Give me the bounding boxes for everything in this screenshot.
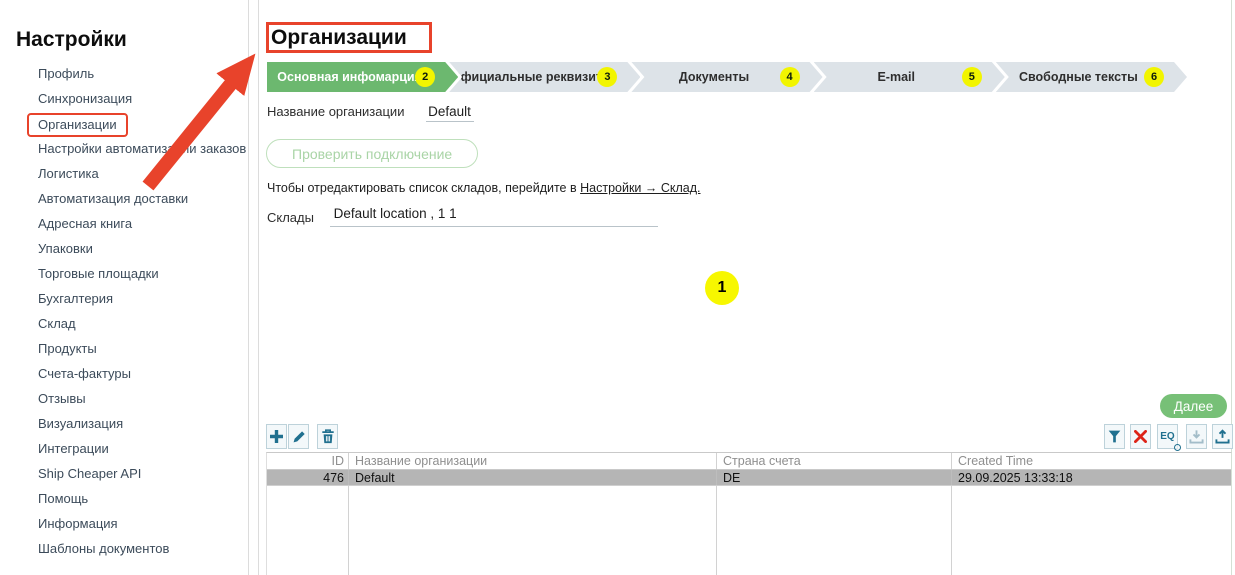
- sidebar-item-address-book[interactable]: Адресная книга: [0, 211, 248, 236]
- annotation-step-badge-3: 3: [597, 67, 617, 87]
- pencil-icon: [292, 430, 306, 444]
- clear-x-icon: [1134, 430, 1147, 443]
- sidebar-divider-2: [258, 0, 259, 575]
- edit-record-button[interactable]: [288, 424, 309, 449]
- sidebar-item-organizations[interactable]: Организации: [0, 111, 248, 136]
- sidebar-divider-1: [248, 0, 249, 575]
- column-search-button[interactable]: EQ: [1157, 424, 1178, 449]
- step-label: Основная инфомарция: [277, 70, 422, 84]
- sidebar-item-packaging[interactable]: Упаковки: [0, 236, 248, 261]
- annotation-badge-1: 1: [705, 271, 739, 305]
- org-name-row: Название организации Default: [267, 104, 474, 122]
- sidebar-nav: Профиль Синхронизация Организации Настро…: [0, 61, 248, 561]
- cell-id: 476: [267, 470, 348, 485]
- warehouses-label: Склады: [267, 210, 314, 227]
- column-search-eq-icon: EQ: [1160, 431, 1174, 442]
- sidebar-item-visualization[interactable]: Визуализация: [0, 411, 248, 436]
- import-button[interactable]: [1186, 424, 1207, 449]
- settings-sidebar: Настройки Профиль Синхронизация Организа…: [0, 0, 248, 575]
- page-title-highlight-box: Организации: [266, 22, 432, 53]
- sidebar-item-marketplaces[interactable]: Торговые площадки: [0, 261, 248, 286]
- org-name-input[interactable]: Default: [426, 104, 474, 122]
- mini-magnifier-icon: [1174, 444, 1181, 451]
- step-free-texts[interactable]: Свободные тексты 6: [996, 62, 1187, 92]
- cell-organization-name: Default: [348, 470, 716, 485]
- sidebar-item-sync[interactable]: Синхронизация: [0, 86, 248, 111]
- add-record-button[interactable]: [266, 424, 287, 449]
- sidebar-item-integrations[interactable]: Интеграции: [0, 436, 248, 461]
- sidebar-item-products[interactable]: Продукты: [0, 336, 248, 361]
- next-button[interactable]: Далее: [1160, 394, 1227, 418]
- sidebar-item-order-automation[interactable]: Настройки автоматизации заказов: [0, 136, 248, 161]
- sidebar-item-information[interactable]: Информация: [0, 511, 248, 536]
- page-title: Организации: [269, 26, 407, 50]
- sidebar-item-warehouse[interactable]: Склад: [0, 311, 248, 336]
- table-empty-area: [267, 486, 1231, 575]
- header-id[interactable]: ID: [267, 453, 348, 469]
- plus-icon: [269, 429, 284, 444]
- wizard-stepper: Основная инфомарция 2 Официальные реквиз…: [267, 62, 1187, 92]
- annotation-step-badge-4: 4: [780, 67, 800, 87]
- settings-warehouse-link[interactable]: Настройки → Склад.: [580, 181, 700, 195]
- sidebar-title: Настройки: [16, 28, 127, 52]
- annotation-step-badge-2: 2: [415, 67, 435, 87]
- warehouses-row: Склады Default location , 1 1: [267, 206, 658, 227]
- step-documents[interactable]: Документы 4: [631, 62, 822, 92]
- header-account-country[interactable]: Страна счета: [716, 453, 951, 469]
- download-tray-icon: [1189, 429, 1204, 444]
- sidebar-item-profile[interactable]: Профиль: [0, 61, 248, 86]
- hint-text: Чтобы отредактировать список складов, пе…: [267, 181, 580, 195]
- sidebar-item-help[interactable]: Помощь: [0, 486, 248, 511]
- step-label: Официальные реквизиты: [451, 70, 613, 84]
- check-connection-button[interactable]: Проверить подключение: [266, 139, 478, 168]
- upload-tray-icon: [1215, 429, 1230, 444]
- header-organization-name[interactable]: Название организации: [348, 453, 716, 469]
- table-row-selected[interactable]: 476 Default DE 29.09.2025 13:33:18: [267, 470, 1231, 486]
- clear-filter-button[interactable]: [1130, 424, 1151, 449]
- step-basic-info[interactable]: Основная инфомарция 2: [267, 62, 458, 92]
- step-email[interactable]: E-mail 5: [814, 62, 1005, 92]
- step-label: Документы: [679, 70, 749, 84]
- organizations-table: ID Название организации Страна счета Cre…: [266, 452, 1232, 575]
- annotation-step-badge-6: 6: [1144, 67, 1164, 87]
- sidebar-item-invoices[interactable]: Счета-фактуры: [0, 361, 248, 386]
- organizations-panel: Организации Основная инфомарция 2 Официа…: [266, 0, 1232, 575]
- annotation-step-badge-5: 5: [962, 67, 982, 87]
- step-official-details[interactable]: Официальные реквизиты 3: [449, 62, 640, 92]
- org-name-label: Название организации: [267, 104, 404, 119]
- table-header-row: ID Название организации Страна счета Cre…: [267, 453, 1231, 470]
- export-button[interactable]: [1212, 424, 1233, 449]
- sidebar-item-document-templates[interactable]: Шаблоны документов: [0, 536, 248, 561]
- filter-button[interactable]: [1104, 424, 1125, 449]
- step-label: E-mail: [877, 70, 915, 84]
- cell-account-country: DE: [716, 470, 951, 485]
- step-label: Свободные тексты: [1019, 70, 1138, 84]
- sidebar-item-ship-cheaper-api[interactable]: Ship Cheaper API: [0, 461, 248, 486]
- filter-funnel-icon: [1107, 429, 1122, 444]
- header-created-time[interactable]: Created Time: [951, 453, 1231, 469]
- settings-page: Настройки Профиль Синхронизация Организа…: [0, 0, 1235, 575]
- trash-icon: [321, 429, 335, 444]
- sidebar-item-delivery-automation[interactable]: Автоматизация доставки: [0, 186, 248, 211]
- cell-created-time: 29.09.2025 13:33:18: [951, 470, 1231, 485]
- warehouses-input[interactable]: Default location , 1 1: [330, 206, 658, 227]
- sidebar-item-logistics[interactable]: Логистика: [0, 161, 248, 186]
- sidebar-item-accounting[interactable]: Бухгалтерия: [0, 286, 248, 311]
- organizations-highlight-box[interactable]: Организации: [27, 113, 128, 137]
- warehouses-hint: Чтобы отредактировать список складов, пе…: [267, 181, 701, 195]
- sidebar-item-reviews[interactable]: Отзывы: [0, 386, 248, 411]
- delete-record-button[interactable]: [317, 424, 338, 449]
